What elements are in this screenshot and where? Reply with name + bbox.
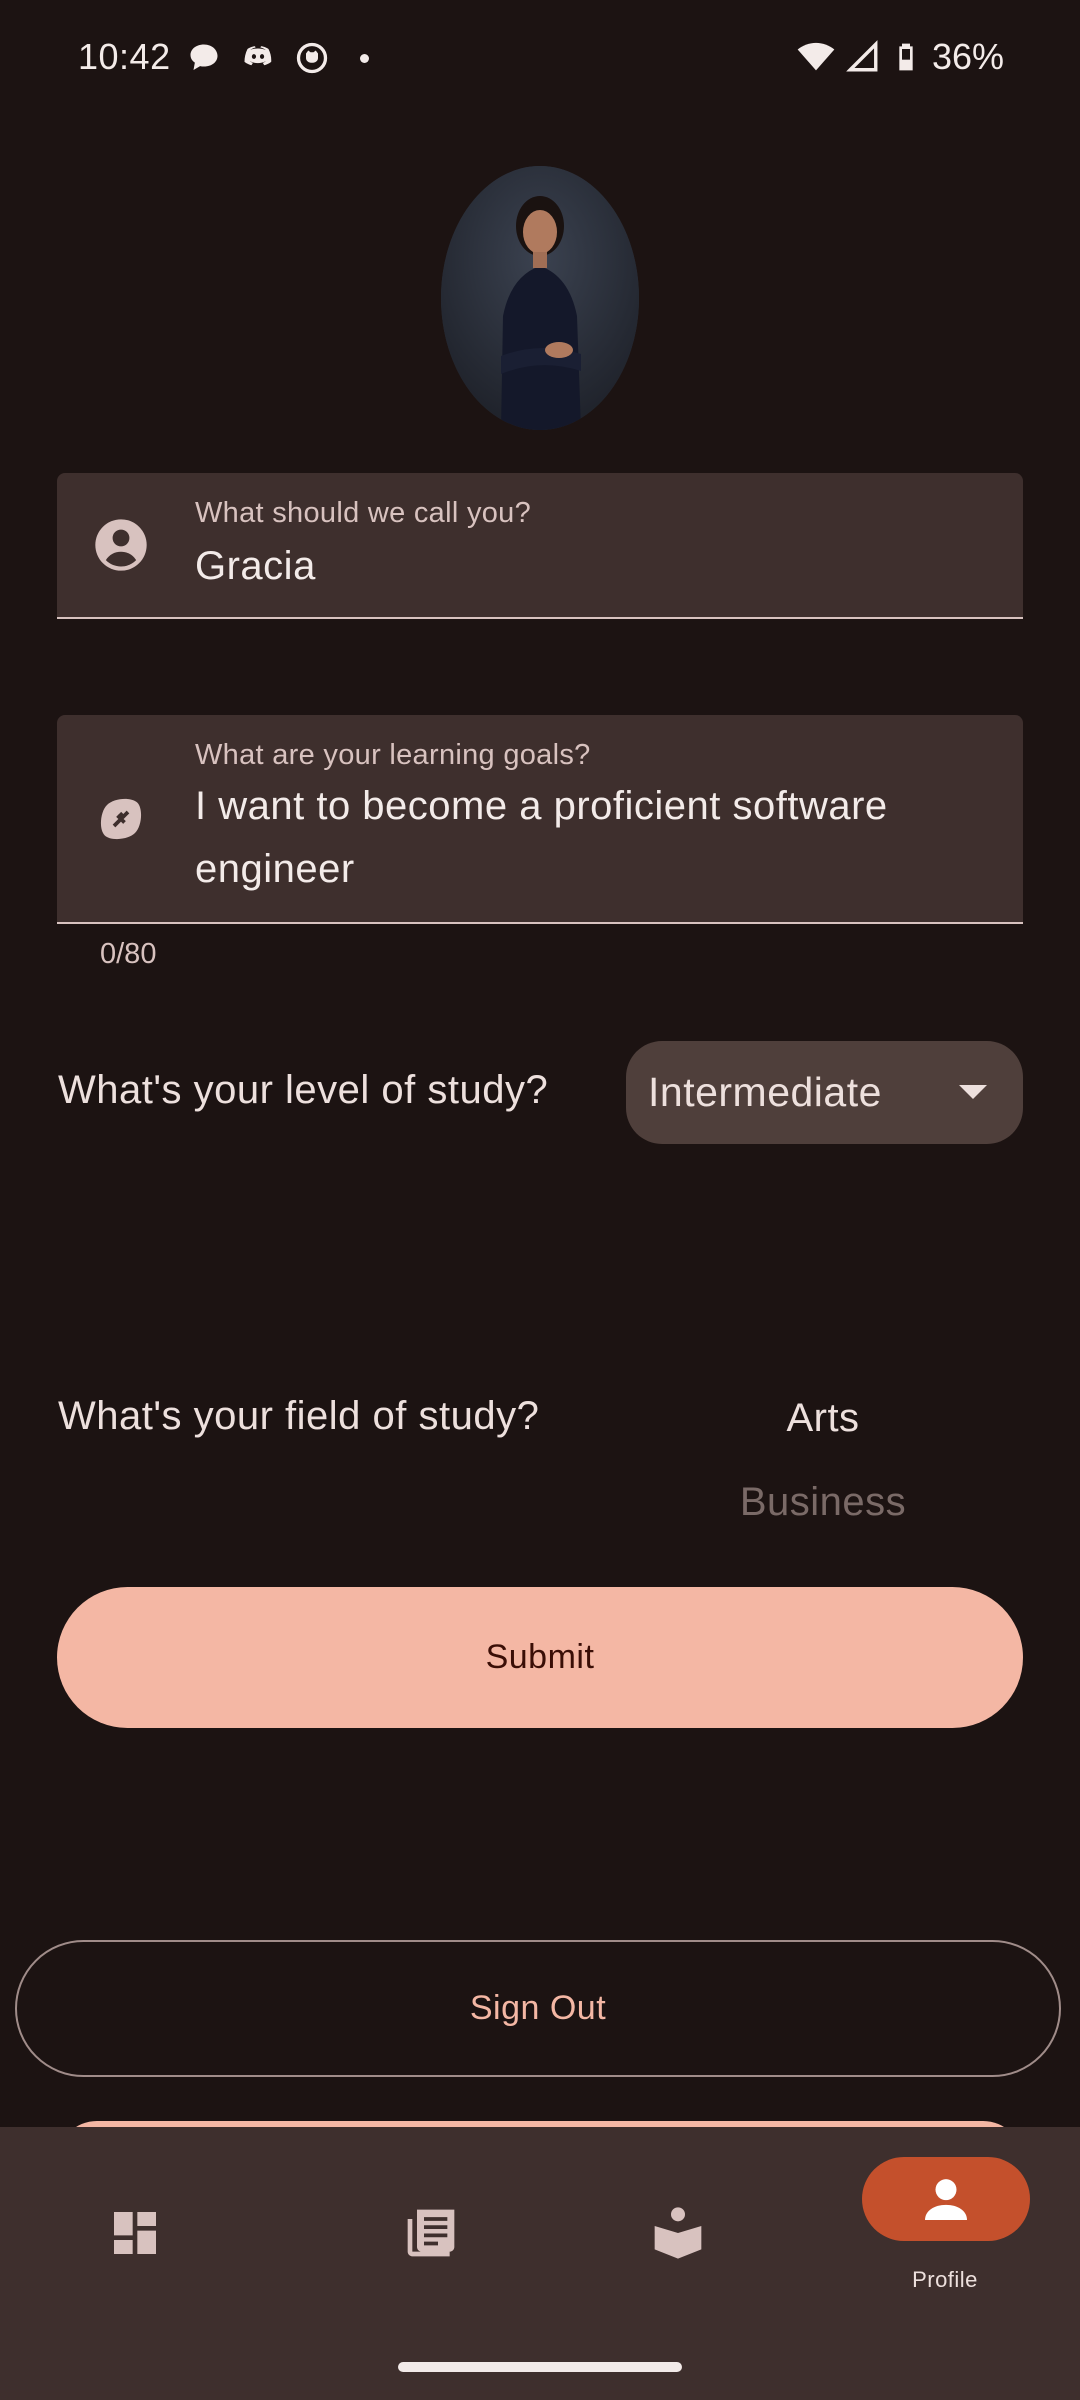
- battery-icon: [899, 43, 913, 71]
- home-indicator[interactable]: [398, 2362, 682, 2372]
- character-counter: 0/80: [100, 938, 157, 970]
- battery-percent: 36%: [931, 36, 1004, 77]
- nav-item-news[interactable]: [270, 2127, 540, 2327]
- name-field[interactable]: What should we call you? Gracia: [57, 473, 1023, 619]
- dashboard-icon: [114, 2212, 156, 2254]
- newspaper-icon: [407, 2209, 455, 2257]
- football-icon: [100, 798, 142, 840]
- name-field-value[interactable]: Gracia: [195, 535, 983, 598]
- profile-avatar[interactable]: [441, 166, 639, 430]
- nav-item-dashboard[interactable]: [0, 2127, 270, 2327]
- level-of-study-dropdown[interactable]: Intermediate: [626, 1041, 1023, 1144]
- name-field-label: What should we call you?: [195, 497, 532, 529]
- book-reader-icon: [654, 2207, 702, 2259]
- learning-goals-value[interactable]: I want to become a proficient software e…: [195, 775, 983, 901]
- bottom-navigation: Profile: [0, 2127, 1080, 2400]
- sign-out-button[interactable]: Sign Out: [15, 1940, 1061, 2077]
- person-icon: [925, 2179, 967, 2220]
- learning-goals-label: What are your learning goals?: [195, 739, 591, 771]
- signal-icon: [846, 40, 878, 72]
- level-of-study-label: What's your level of study?: [58, 1068, 549, 1112]
- dropdown-arrow-icon: [959, 1085, 987, 1099]
- user-photo: [441, 166, 639, 430]
- field-picker-option[interactable]: Business: [673, 1480, 973, 1525]
- learning-goals-field[interactable]: What are your learning goals? I want to …: [57, 715, 1023, 924]
- status-bar: 10:42 36%: [0, 0, 1080, 118]
- chat-bubble-icon: [190, 44, 218, 70]
- account-circle-icon: [95, 519, 147, 571]
- wifi-icon: [797, 42, 835, 71]
- nav-item-profile[interactable]: Profile: [810, 2127, 1080, 2327]
- discord-icon: [244, 46, 272, 66]
- level-selected-value: Intermediate: [648, 1069, 882, 1115]
- nav-label-profile: Profile: [912, 2267, 978, 2292]
- submit-button[interactable]: Submit: [57, 1587, 1023, 1728]
- field-of-study-label: What's your field of study?: [58, 1394, 540, 1438]
- field-picker-selected[interactable]: Arts: [673, 1396, 973, 1441]
- status-system-icons: 36%: [796, 36, 1004, 78]
- notification-dot: [360, 53, 369, 63]
- status-time: 10:42: [78, 36, 171, 77]
- status-notification-icons: [186, 40, 369, 76]
- nav-item-learn[interactable]: [540, 2127, 810, 2327]
- github-icon: [296, 42, 328, 74]
